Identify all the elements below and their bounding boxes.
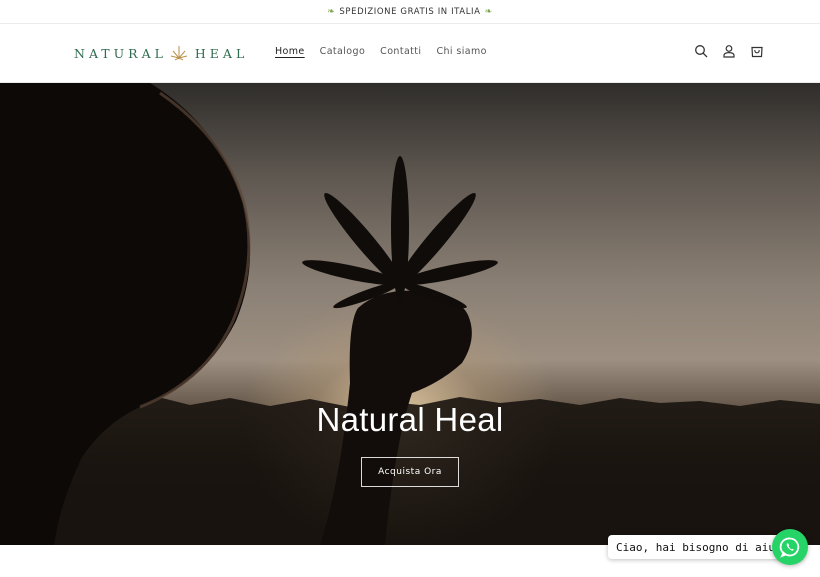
announcement-text: SPEDIZIONE GRATIS IN ITALIA: [339, 6, 481, 17]
logo[interactable]: NATURAL HEAL: [74, 43, 248, 63]
cannabis-leaf-logo-icon: [170, 46, 188, 61]
cart-icon[interactable]: [750, 44, 764, 58]
nav-home[interactable]: Home: [275, 46, 305, 57]
leaf-icon: ❧: [484, 6, 493, 17]
hero-title: Natural Heal: [316, 401, 504, 438]
whatsapp-icon: [779, 537, 800, 558]
whatsapp-chat-button[interactable]: [772, 529, 808, 565]
cannabis-leaf-image: [302, 156, 498, 309]
hero-banner: Natural Heal Acquista Ora: [0, 83, 820, 545]
announcement-bar: ❧ SPEDIZIONE GRATIS IN ITALIA ❧: [0, 0, 820, 24]
leaf-icon: ❧: [327, 6, 336, 17]
main-nav: Home Catalogo Contatti Chi siamo: [275, 46, 487, 57]
search-icon[interactable]: [694, 44, 708, 58]
logo-text-right: HEAL: [194, 45, 249, 61]
logo-text-left: NATURAL: [74, 45, 167, 61]
nav-chi-siamo[interactable]: Chi siamo: [436, 46, 486, 57]
account-icon[interactable]: [722, 44, 736, 58]
shop-now-button[interactable]: Acquista Ora: [361, 457, 459, 487]
nav-catalogo[interactable]: Catalogo: [320, 46, 366, 57]
site-header: NATURAL HEAL Home Catalogo Contatti Chi …: [0, 24, 820, 83]
nav-contatti[interactable]: Contatti: [380, 46, 421, 57]
header-icons: [694, 44, 764, 58]
